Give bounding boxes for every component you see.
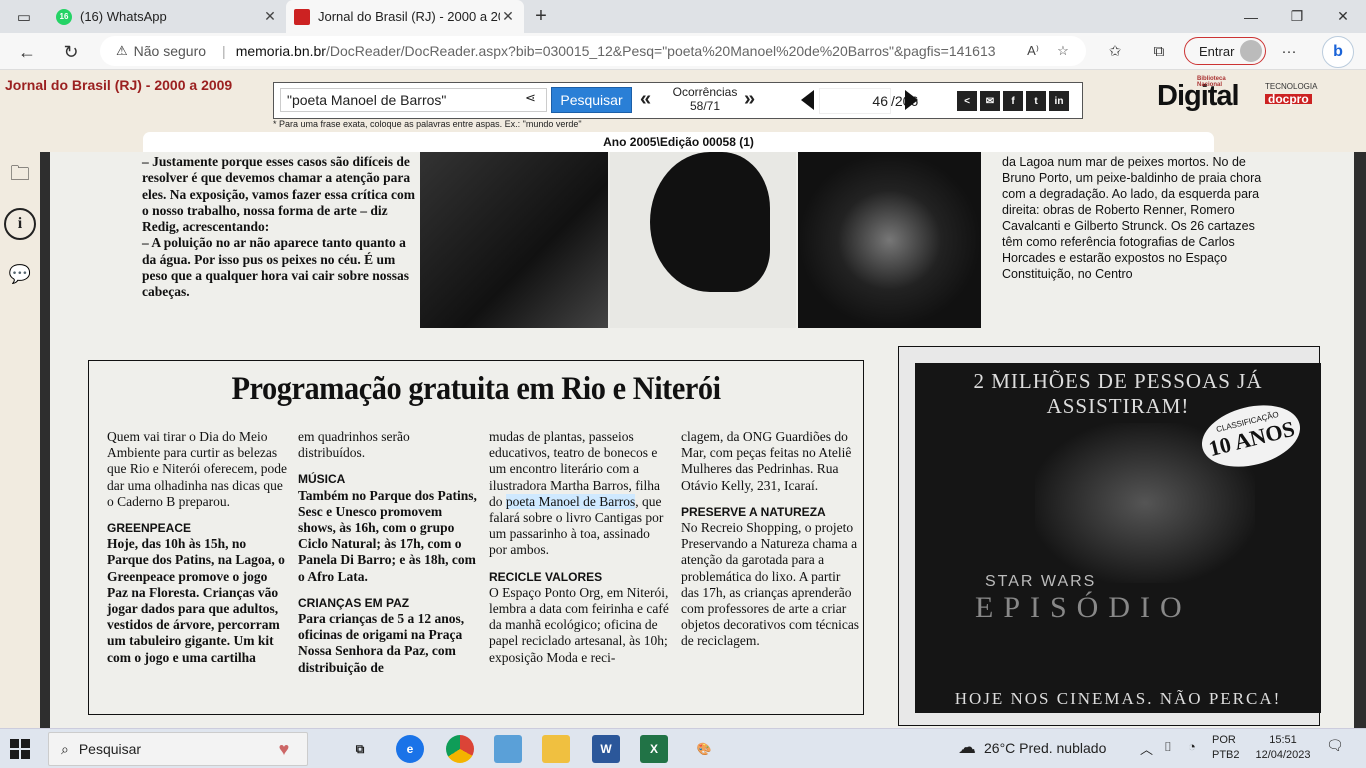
favorites-icon[interactable]: ✩ bbox=[1100, 36, 1130, 66]
site-header: Jornal do Brasil (RJ) - 2000 a 2009 ⋖ Pe… bbox=[0, 70, 1366, 152]
search-icon: ⌕ bbox=[61, 740, 69, 757]
prev-page-icon[interactable] bbox=[801, 90, 814, 110]
search-hint: * Para uma frase exata, coloque as palav… bbox=[273, 119, 582, 129]
close-tab-icon[interactable]: ✕ bbox=[262, 8, 278, 25]
wifi-icon[interactable]: ◔ bbox=[1188, 739, 1196, 754]
linkedin-icon[interactable]: in bbox=[1049, 91, 1069, 111]
artwork-image bbox=[420, 152, 608, 328]
more-menu-icon[interactable]: ··· bbox=[1274, 36, 1304, 66]
docpro-logo: TECNOLOGIA docpro bbox=[1265, 82, 1318, 106]
viewer-sidebar: 🗀 i 💬 bbox=[0, 152, 40, 728]
notes-app-icon[interactable] bbox=[494, 735, 522, 763]
task-view-icon[interactable]: ⧉ bbox=[346, 735, 374, 763]
search-input[interactable] bbox=[280, 88, 547, 112]
network-icon[interactable]: ⌷ bbox=[1164, 739, 1172, 755]
column-4: clagem, da ONG Guardiões do Mar, com peç… bbox=[681, 429, 860, 649]
share-icon[interactable]: < bbox=[957, 91, 977, 111]
artwork-image bbox=[798, 152, 981, 328]
clock[interactable]: 15:51 12/04/2023 bbox=[1254, 733, 1312, 763]
share-icon[interactable]: ⋖ bbox=[525, 90, 536, 106]
program-title: Programação gratuita em Rio e Niterói bbox=[231, 371, 721, 407]
word-icon[interactable]: W bbox=[592, 735, 620, 763]
bing-icon[interactable]: b bbox=[1322, 36, 1354, 68]
prev-occurrence-icon[interactable]: « bbox=[640, 88, 651, 111]
add-favorite-icon[interactable]: ☆ bbox=[1048, 36, 1078, 66]
read-aloud-icon[interactable]: A⁾ bbox=[1018, 36, 1048, 66]
whatsapp-icon: 16 bbox=[56, 8, 72, 25]
close-tab-icon[interactable]: ✕ bbox=[500, 8, 516, 25]
chrome-icon[interactable] bbox=[446, 735, 474, 763]
comments-icon[interactable]: 💬 bbox=[4, 258, 36, 290]
movie-subtitle: EPISÓDIO bbox=[975, 591, 1192, 624]
tab-title: (16) WhatsApp bbox=[80, 9, 167, 24]
excel-icon[interactable]: X bbox=[640, 735, 668, 763]
tab-bar: ▭ 16 (16) WhatsApp ✕ Jornal do Brasil (R… bbox=[0, 0, 1366, 33]
movie-logo: STAR WARS bbox=[985, 573, 1097, 590]
search-button[interactable]: Pesquisar bbox=[551, 87, 632, 113]
address-bar: ← ↻ ⚠ Não seguro | memoria.bn.br/DocRead… bbox=[0, 33, 1366, 70]
ad-tagline: HOJE NOS CINEMAS. NÃO PERCA! bbox=[954, 689, 1282, 708]
restore-icon[interactable]: ❐ bbox=[1274, 0, 1320, 33]
tab-jornal[interactable]: Jornal do Brasil (RJ) - 2000 a 200& ✕ bbox=[286, 0, 524, 33]
column-3: mudas de plantas, passeios educativos, t… bbox=[489, 429, 669, 665]
taskbar: ⌕ Pesquisar ♥ ⧉ e W X 🎨 ☁ 26°C Pred. nubla… bbox=[0, 728, 1366, 768]
url-path: /DocReader/DocReader.aspx?bib=030015_12&… bbox=[325, 43, 996, 59]
url-field[interactable]: ⚠ Não seguro | memoria.bn.br/DocReader/D… bbox=[100, 36, 1086, 66]
next-occurrence-icon[interactable]: » bbox=[744, 88, 755, 111]
folder-icon[interactable]: 🗀 bbox=[4, 160, 36, 192]
avatar bbox=[1240, 40, 1262, 62]
publication-title: Jornal do Brasil (RJ) - 2000 a 2009 bbox=[5, 77, 233, 93]
chevron-up-icon[interactable]: ︿ bbox=[1140, 739, 1153, 758]
search-highlight[interactable]: poeta Manoel de Barros bbox=[505, 493, 636, 509]
weather-widget[interactable]: ☁ 26°C Pred. nublado bbox=[958, 737, 1106, 758]
notifications-icon[interactable]: 🗨 bbox=[1326, 737, 1344, 754]
document-viewer[interactable]: – Justamente porque esses casos são difí… bbox=[40, 152, 1366, 728]
tab-title: Jornal do Brasil (RJ) - 2000 a 200& bbox=[318, 9, 500, 24]
digital-logo: Digital Biblioteca Nacional bbox=[1157, 76, 1240, 112]
occurrences: Ocorrências 58/71 bbox=[672, 85, 738, 113]
collections-icon[interactable]: ⧉ bbox=[1144, 36, 1174, 66]
back-button[interactable]: ← bbox=[12, 37, 42, 67]
head-artwork-image bbox=[610, 152, 796, 328]
refresh-button[interactable]: ↻ bbox=[56, 37, 86, 67]
newspaper-page: – Justamente porque esses casos são difí… bbox=[50, 152, 1354, 728]
column-2: em quadrinhos serão distribuídos. MÚSICA… bbox=[298, 429, 477, 675]
language-indicator[interactable]: POR PTB2 bbox=[1212, 733, 1240, 763]
close-window-icon[interactable]: ✕ bbox=[1320, 0, 1366, 33]
program-box: Programação gratuita em Rio e Niterói Qu… bbox=[88, 360, 864, 715]
cloud-icon: ☁ bbox=[958, 737, 976, 757]
email-icon[interactable]: ✉ bbox=[980, 91, 1000, 111]
security-label: Não seguro bbox=[133, 43, 207, 59]
search-highlight-icon: ♥ bbox=[278, 738, 290, 759]
social-share: < ✉ f t in bbox=[957, 91, 1069, 111]
edge-icon[interactable]: e bbox=[396, 735, 424, 763]
article-text: – Justamente porque esses casos são difí… bbox=[142, 154, 416, 300]
sign-in-button[interactable]: Entrar bbox=[1184, 37, 1266, 65]
tab-actions-icon[interactable]: ▭ bbox=[0, 0, 48, 33]
search-toolbar: ⋖ Pesquisar « Ocorrências 58/71 » 46 /20… bbox=[273, 82, 1083, 119]
edition-label: Ano 2005\Edição 00058 (1) bbox=[143, 132, 1214, 152]
start-button[interactable] bbox=[10, 739, 30, 759]
info-icon[interactable]: i bbox=[4, 208, 36, 240]
window-controls: — ❐ ✕ bbox=[1228, 0, 1366, 33]
tab-whatsapp[interactable]: 16 (16) WhatsApp ✕ bbox=[48, 0, 286, 33]
movie-advertisement: 2 MILHÕES DE PESSOAS JÁ ASSISTIRAM! CLAS… bbox=[898, 346, 1321, 726]
article-caption: da Lagoa num mar de peixes mortos. No de… bbox=[1002, 155, 1262, 281]
site-favicon-icon bbox=[294, 8, 310, 25]
next-page-icon[interactable] bbox=[905, 90, 918, 110]
facebook-icon[interactable]: f bbox=[1003, 91, 1023, 111]
column-1: Quem vai tirar o Dia do Meio Ambiente pa… bbox=[107, 429, 287, 665]
minimize-icon[interactable]: — bbox=[1228, 0, 1274, 33]
warning-icon: ⚠ bbox=[116, 43, 128, 58]
new-tab-button[interactable]: + bbox=[524, 0, 558, 33]
url-domain: memoria.bn.br bbox=[235, 43, 326, 59]
twitter-icon[interactable]: t bbox=[1026, 91, 1046, 111]
file-explorer-icon[interactable] bbox=[542, 735, 570, 763]
page-number-input[interactable]: 46 bbox=[819, 88, 891, 114]
paint-icon[interactable]: 🎨 bbox=[690, 735, 718, 763]
